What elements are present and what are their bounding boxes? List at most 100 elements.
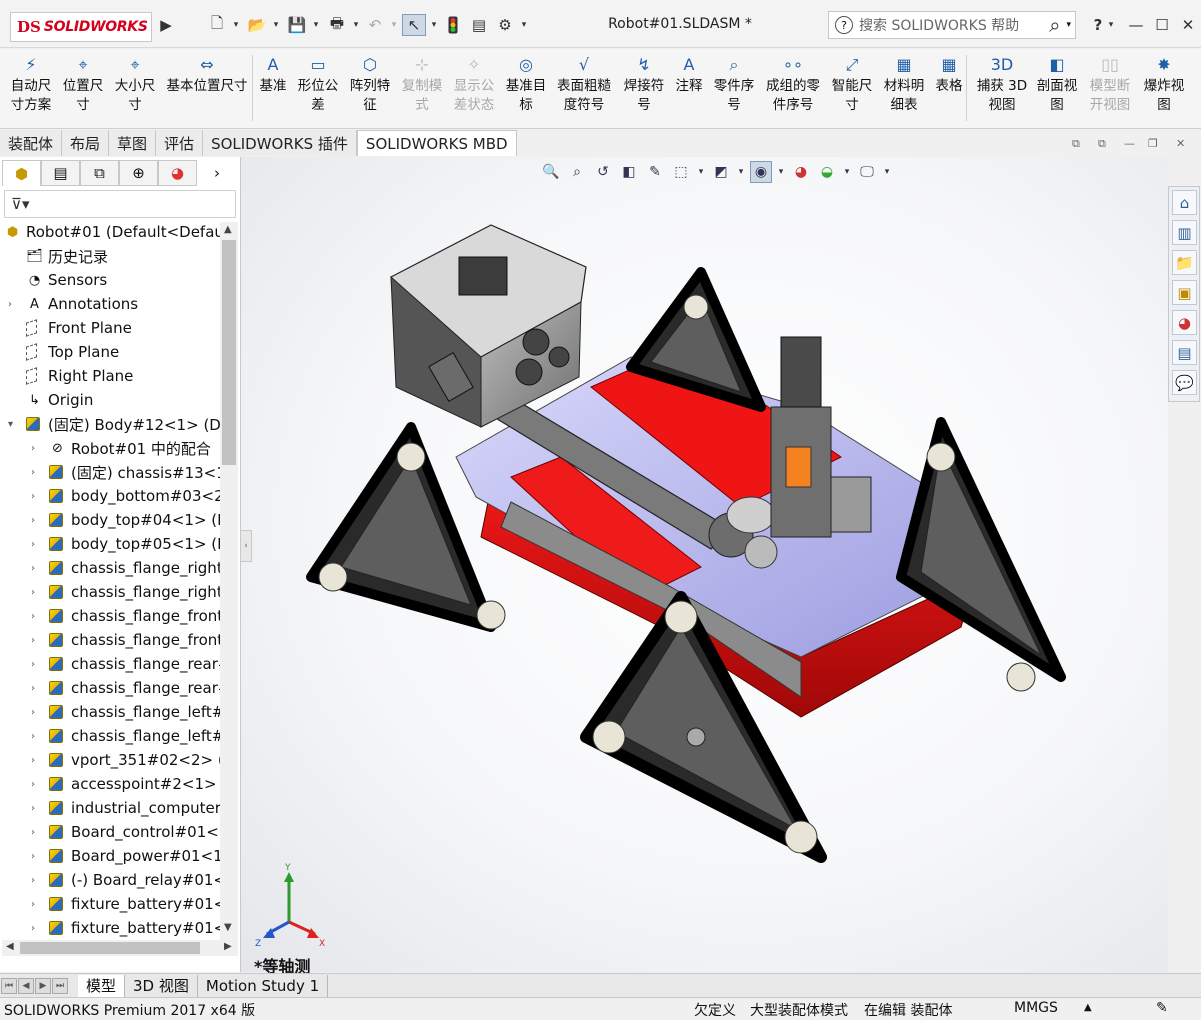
search-box[interactable]: ? 搜索 SOLIDWORKS 帮助 ⌕ ▾ xyxy=(828,11,1076,39)
forum-icon[interactable]: 💬 xyxy=(1172,370,1197,395)
view-settings-monitor-icon[interactable]: 🖵 xyxy=(856,161,878,183)
scroll-up-arrow-icon[interactable]: ▲ xyxy=(224,224,232,235)
ribbon-button-12[interactable]: A 注释 xyxy=(672,53,706,125)
dynamic-annotation-icon[interactable]: ✎ xyxy=(644,161,666,183)
options-gear-icon[interactable]: ⚙ xyxy=(494,14,516,36)
ribbon-button-1[interactable]: ⌖ 位置尺寸 xyxy=(58,53,108,125)
ribbon-button-11[interactable]: ↯ 焊接符号 xyxy=(620,53,668,125)
tree-item[interactable]: › chassis_flange_rear# xyxy=(0,652,220,676)
ribbon-button-4[interactable]: A 基准 xyxy=(256,53,290,125)
design-library-icon[interactable]: ▥ xyxy=(1172,220,1197,245)
tree-item[interactable]: › A Annotations xyxy=(0,292,220,316)
ribbon-button-20[interactable]: ▯▯ 模型断开视图 xyxy=(1086,53,1134,125)
chevron-down-icon[interactable]: ▾ xyxy=(518,14,530,36)
next-tab-arrow-icon[interactable]: ▶ xyxy=(35,977,51,994)
tree-item[interactable]: Front Plane xyxy=(0,316,220,340)
new-document-icon[interactable]: 🗋 xyxy=(206,14,228,36)
maximize-icon[interactable]: ☐ xyxy=(1150,14,1174,36)
expand-arrow-icon[interactable]: › xyxy=(31,827,41,838)
tree-item[interactable]: › chassis_flange_rear# xyxy=(0,676,220,700)
menu-expand-arrow-icon[interactable]: ▶ xyxy=(158,14,174,36)
tab-0[interactable]: 装配体 xyxy=(0,130,63,156)
chevron-down-icon[interactable]: ▾ xyxy=(736,161,746,183)
scroll-right-arrow-icon[interactable]: ▶ xyxy=(224,941,232,952)
tree-item[interactable]: › chassis_flange_front xyxy=(0,604,220,628)
bottom-tab-1[interactable]: 3D 视图 xyxy=(125,974,198,997)
chevron-down-icon[interactable]: ▾ xyxy=(270,14,282,36)
window-close-small-icon[interactable]: ✕ xyxy=(1176,137,1185,150)
expand-arrow-icon[interactable]: › xyxy=(31,851,41,862)
tab-2[interactable]: 草图 xyxy=(109,130,157,156)
display-manager-tab-icon[interactable]: ◕ xyxy=(158,160,197,186)
graphics-viewport[interactable]: Y X Z xyxy=(241,157,1168,972)
tree-item[interactable]: › vport_351#02<2> (D xyxy=(0,748,220,772)
tree-item[interactable]: › body_bottom#03<2> xyxy=(0,484,220,508)
chevron-down-icon[interactable]: ▾ xyxy=(350,14,362,36)
tree-item[interactable]: › ⊘ Robot#01 中的配合 xyxy=(0,436,220,460)
filter-icon[interactable]: ⊽▾ xyxy=(11,195,30,213)
bottom-tab-2[interactable]: Motion Study 1 xyxy=(197,974,329,997)
view-palette-icon[interactable]: ▣ xyxy=(1172,280,1197,305)
tree-item[interactable]: › chassis_flange_front xyxy=(0,628,220,652)
ribbon-button-9[interactable]: ◎ 基准目标 xyxy=(502,53,550,125)
property-manager-tab-icon[interactable]: ▤ xyxy=(41,160,80,186)
tree-item[interactable]: › fixture_battery#01< xyxy=(0,916,220,940)
bottom-tab-0[interactable]: 模型 xyxy=(78,974,126,997)
solidworks-logo[interactable]: DS SOLIDWORKS xyxy=(10,12,152,42)
tree-scroll-thumb[interactable] xyxy=(222,240,236,465)
tree-item[interactable]: ▾ (固定) Body#12<1> (Defa xyxy=(0,412,220,436)
last-tab-arrow-icon[interactable]: ⏭ xyxy=(52,977,68,994)
robot-model-render[interactable]: Y X Z xyxy=(241,157,1168,972)
rebuild-traffic-light-icon[interactable] xyxy=(444,14,462,36)
ribbon-button-13[interactable]: ⌕ 零件序号 xyxy=(710,53,758,125)
ribbon-button-3[interactable]: ⇔ 基本位置尺寸 xyxy=(162,53,252,125)
zoom-to-fit-icon[interactable]: 🔍 xyxy=(540,161,562,183)
expand-arrow-icon[interactable]: › xyxy=(31,707,41,718)
file-properties-icon[interactable]: ▤ xyxy=(468,14,490,36)
tree-item[interactable]: ◔ Sensors xyxy=(0,268,220,292)
file-explorer-icon[interactable]: 📁 xyxy=(1172,250,1197,275)
scroll-left-arrow-icon[interactable]: ◀ xyxy=(6,941,14,952)
configuration-manager-tab-icon[interactable]: ⧉ xyxy=(80,160,119,186)
customize-status-icon[interactable]: ✎ xyxy=(1156,1000,1168,1016)
feature-manager-tab-icon[interactable]: ⬢ xyxy=(2,160,41,186)
hide-show-items-icon[interactable]: ◉ xyxy=(750,161,772,183)
window-restore-small-icon[interactable]: ⧉ xyxy=(1072,137,1080,151)
tab-1[interactable]: 布局 xyxy=(62,130,110,156)
print-icon[interactable]: 🖶 xyxy=(326,14,348,36)
home-icon[interactable]: ⌂ xyxy=(1172,190,1197,215)
expand-arrow-icon[interactable]: › xyxy=(31,779,41,790)
view-orientation-icon[interactable]: ⬚ xyxy=(670,161,692,183)
tree-horizontal-scroll-thumb[interactable] xyxy=(20,942,200,954)
tree-item[interactable]: Right Plane xyxy=(0,364,220,388)
chevron-down-icon[interactable]: ▾ xyxy=(696,161,706,183)
ribbon-button-7[interactable]: ⊹ 复制模式 xyxy=(398,53,446,125)
close-icon[interactable]: ✕ xyxy=(1176,14,1200,36)
ribbon-button-21[interactable]: ✸ 爆炸视图 xyxy=(1138,53,1190,125)
appearances-icon[interactable]: ◕ xyxy=(1172,310,1197,335)
section-view-icon[interactable]: ◧ xyxy=(618,161,640,183)
filter-box[interactable]: ⊽▾ xyxy=(4,190,236,218)
expand-arrow-icon[interactable]: › xyxy=(31,659,41,670)
save-icon[interactable]: 💾 xyxy=(286,14,308,36)
tree-item[interactable]: › chassis_flange_right xyxy=(0,580,220,604)
expand-arrow-icon[interactable]: › xyxy=(31,611,41,622)
chevron-down-icon[interactable]: ▾ xyxy=(310,14,322,36)
expand-arrow-icon[interactable]: › xyxy=(31,515,41,526)
tree-item[interactable]: Top Plane xyxy=(0,340,220,364)
chevron-down-icon[interactable]: ▾ xyxy=(842,161,852,183)
apply-scene-icon[interactable]: ◒ xyxy=(816,161,838,183)
minimize-icon[interactable]: — xyxy=(1124,14,1148,36)
ribbon-button-17[interactable]: ▦ 表格 xyxy=(932,53,966,125)
chevron-down-icon[interactable]: ▾ xyxy=(882,161,892,183)
previous-view-icon[interactable]: ↺ xyxy=(592,161,614,183)
expand-arrow-icon[interactable]: › xyxy=(31,755,41,766)
tree-item[interactable]: › chassis_flange_left#( xyxy=(0,724,220,748)
chevron-down-icon[interactable]: ▾ xyxy=(428,14,440,36)
expand-arrow-icon[interactable]: › xyxy=(31,683,41,694)
chevron-down-icon[interactable]: ▾ xyxy=(1066,20,1071,30)
tree-item[interactable]: › (固定) chassis#13<1> xyxy=(0,460,220,484)
ribbon-button-16[interactable]: ▦ 材料明细表 xyxy=(878,53,930,125)
zoom-to-area-icon[interactable]: ⌕ xyxy=(566,161,588,183)
ribbon-button-8[interactable]: ✧ 显示公差状态 xyxy=(450,53,498,125)
